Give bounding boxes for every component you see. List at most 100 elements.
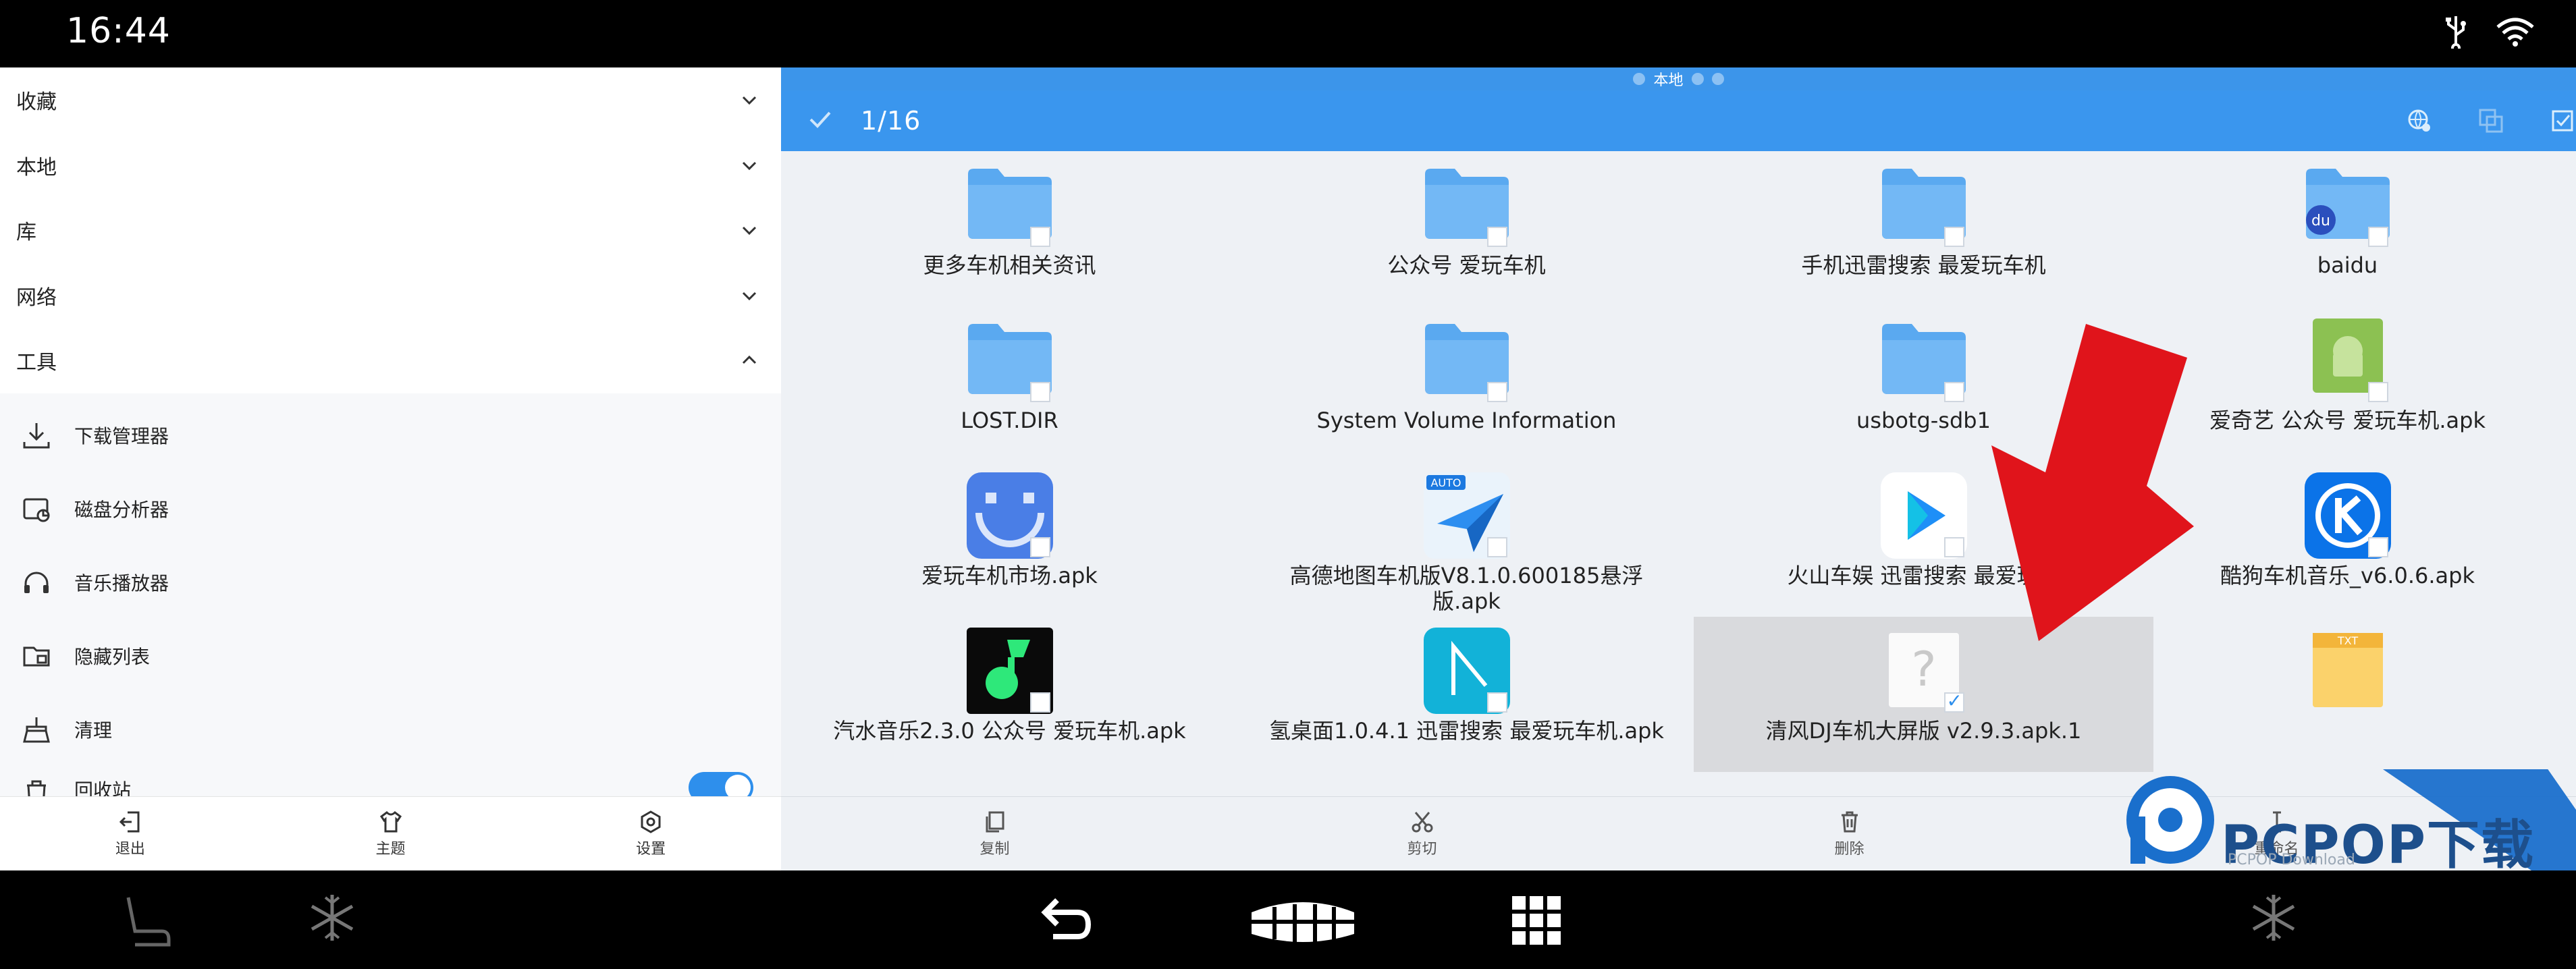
file-item[interactable]: LOST.DIR: [781, 306, 1238, 462]
folder-icon: [1422, 161, 1511, 250]
copy-icon: [986, 811, 1004, 833]
category-favorites[interactable]: 收藏: [0, 67, 781, 133]
exit-button[interactable]: 退出: [0, 797, 261, 870]
path-icon[interactable]: [1711, 73, 1724, 85]
folder-icon: [1422, 316, 1511, 405]
navigation-drawer: 收藏 本地 库 网络 工具 下载管理器 磁盘分析器 音乐播放器 隐藏列表 清理 …: [0, 67, 781, 870]
chevron-down-icon: [742, 161, 757, 170]
android-apk-icon: [2303, 316, 2392, 405]
tool-download-manager[interactable]: 下载管理器: [0, 399, 781, 472]
select-checkbox[interactable]: [1486, 382, 1507, 402]
file-item[interactable]: 更多车机相关资讯: [781, 151, 1238, 306]
qishui-app-icon: [965, 626, 1054, 715]
category-local[interactable]: 本地: [0, 133, 781, 198]
cut-button[interactable]: 剪切: [1208, 797, 1636, 870]
globe-icon[interactable]: [2406, 107, 2433, 137]
tool-disk-analyzer[interactable]: 磁盘分析器: [0, 472, 781, 546]
scissors-icon: [1412, 812, 1432, 833]
file-item[interactable]: AUTO 高德地图车机版V8.1.0.600185悬浮版.apk: [1238, 462, 1695, 617]
svg-text:TXT: TXT: [2336, 634, 2357, 647]
folder-icon: [965, 161, 1054, 250]
chevron-down-icon: [742, 292, 757, 300]
select-all-icon[interactable]: [2549, 107, 2576, 137]
txt-file-icon: TXT: [2303, 626, 2392, 715]
home-icon[interactable]: [1633, 73, 1646, 85]
huoshan-app-icon: [1879, 471, 1968, 560]
folder-icon: [1879, 161, 1968, 250]
svg-text:AUTO: AUTO: [1430, 476, 1461, 489]
chevron-down-icon: [742, 227, 757, 236]
select-checkbox-checked[interactable]: [1943, 690, 1964, 713]
pcpop-logo: [2126, 776, 2214, 864]
chevron-up-icon: [742, 356, 757, 364]
select-checkbox[interactable]: [1029, 537, 1050, 557]
copy-button[interactable]: 复制: [781, 797, 1208, 870]
select-checkbox[interactable]: [2367, 227, 2388, 247]
tool-cleaner[interactable]: 清理: [0, 693, 781, 767]
path-icon[interactable]: [1691, 73, 1704, 85]
broom-icon: [19, 712, 54, 747]
drawer-bottom-bar: 退出 主题 设置: [0, 796, 781, 870]
snowflake-icon[interactable]: [2247, 891, 2301, 947]
path-segment-local[interactable]: 本地: [1653, 68, 1683, 90]
unknown-file-icon: ?: [1879, 626, 1968, 715]
file-item[interactable]: 氢桌面1.0.4.1 迅雷搜索 最爱玩车机.apk: [1238, 617, 1695, 772]
folder-icon: [1879, 316, 1968, 405]
kugou-app-icon: [2303, 471, 2392, 560]
tool-hidden-list[interactable]: 隐藏列表: [0, 619, 781, 693]
folder-icon: [965, 316, 1054, 405]
svg-text:du: du: [2311, 213, 2330, 229]
select-range-icon[interactable]: [2477, 107, 2504, 137]
qing-desktop-app-icon: [1422, 626, 1511, 715]
status-bar: 16:44: [0, 0, 2576, 67]
check-icon[interactable]: [807, 106, 834, 136]
seat-icon[interactable]: [115, 891, 176, 954]
file-item[interactable]: 公众号 爱玩车机: [1238, 151, 1695, 306]
delete-icon: [1841, 811, 1858, 833]
select-checkbox[interactable]: [1029, 382, 1050, 402]
file-item[interactable]: du baidu: [2119, 151, 2576, 306]
car-nav-bar: [0, 870, 2576, 969]
select-checkbox[interactable]: [2367, 382, 2388, 402]
select-checkbox[interactable]: [1029, 692, 1050, 713]
select-checkbox[interactable]: [1943, 537, 1964, 557]
settings-icon: [641, 810, 661, 833]
category-library[interactable]: 库: [0, 198, 781, 263]
baidu-folder-icon: du: [2303, 161, 2392, 250]
select-checkbox[interactable]: [1943, 382, 1964, 402]
tool-music-player[interactable]: 音乐播放器: [0, 546, 781, 619]
hidden-folder-icon: [19, 638, 54, 673]
theme-button[interactable]: 主题: [261, 797, 521, 870]
category-network[interactable]: 网络: [0, 263, 781, 329]
shirt-icon: [379, 811, 402, 833]
select-checkbox[interactable]: [2367, 537, 2388, 557]
back-icon[interactable]: [1040, 895, 1094, 946]
snowflake-icon[interactable]: [305, 891, 359, 947]
select-checkbox[interactable]: [1486, 537, 1507, 557]
market-app-icon: [965, 471, 1054, 560]
chevron-down-icon: [742, 96, 757, 105]
settings-button[interactable]: 设置: [520, 797, 781, 870]
headphones-icon: [19, 565, 54, 600]
select-checkbox[interactable]: [1486, 692, 1507, 713]
select-checkbox[interactable]: [1486, 227, 1507, 247]
category-tools[interactable]: 工具: [0, 328, 781, 393]
car-home-icon[interactable]: [1247, 899, 1358, 947]
red-arrow-annotation: [1978, 317, 2207, 657]
select-checkbox[interactable]: [1943, 227, 1964, 247]
download-icon: [19, 418, 54, 453]
file-item[interactable]: 汽水音乐2.3.0 公众号 爱玩车机.apk: [781, 617, 1238, 772]
wifi-icon: [2495, 16, 2535, 47]
select-checkbox[interactable]: [1029, 227, 1050, 247]
svg-text:?: ?: [1911, 642, 1936, 697]
file-item[interactable]: 手机迅雷搜索 最爱玩车机: [1695, 151, 2152, 306]
file-item[interactable]: System Volume Information: [1238, 306, 1695, 462]
path-bar: 本地: [781, 67, 2576, 90]
clock: 16:44: [66, 11, 171, 51]
file-item[interactable]: 爱玩车机市场.apk: [781, 462, 1238, 617]
app-grid-icon[interactable]: [1512, 896, 1561, 947]
exit-icon: [119, 811, 140, 833]
delete-button[interactable]: 删除: [1636, 797, 2063, 870]
selection-count: 1/16: [861, 106, 921, 136]
amap-app-icon: AUTO: [1422, 471, 1511, 560]
